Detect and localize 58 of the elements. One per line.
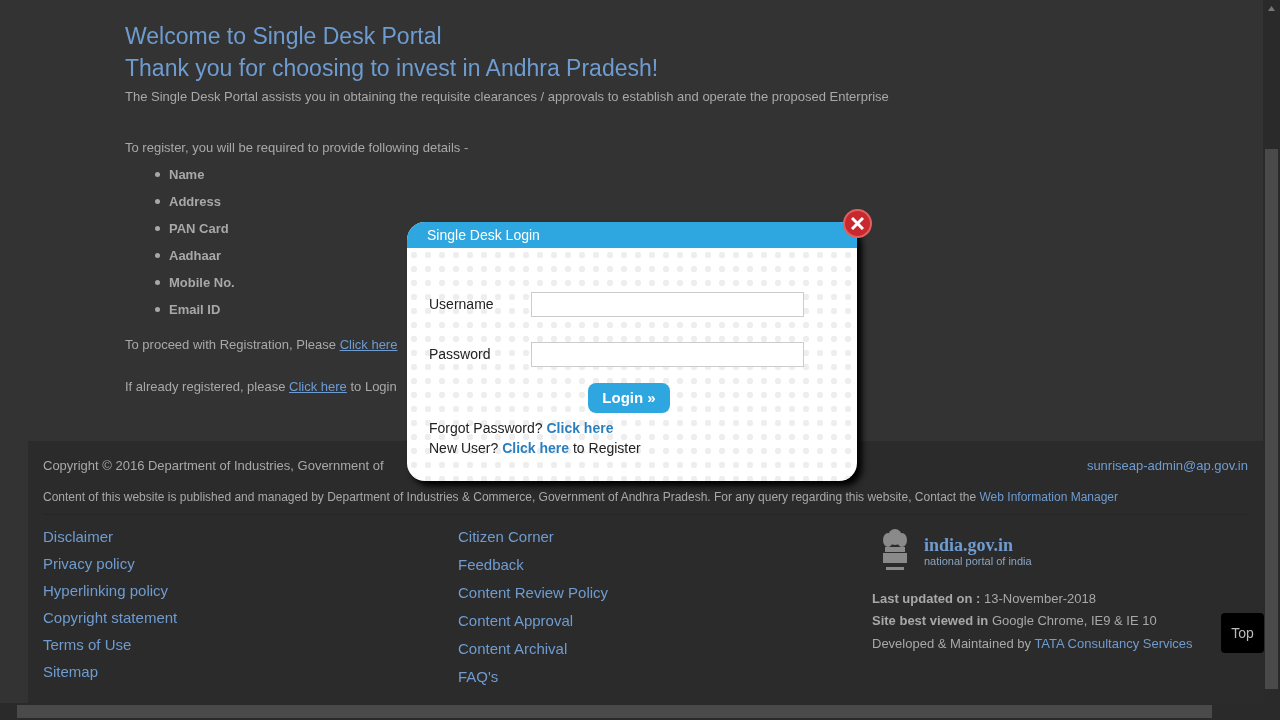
footer-link[interactable]: FAQ's <box>458 662 499 691</box>
footer-link[interactable]: Disclaimer <box>43 522 113 550</box>
proceed-text: To proceed with Registration, Please Click here <box>125 336 398 354</box>
detail-item: PAN Card <box>169 219 229 238</box>
detail-item: Name <box>169 165 205 184</box>
input-field[interactable] <box>531 291 804 317</box>
forgot-text: Forgot Password? Click here <box>429 419 615 438</box>
forgot-link[interactable]: Click here <box>546 420 614 436</box>
footer-link[interactable]: Sitemap <box>43 657 99 685</box>
contact-link[interactable]: Web Information Manager <box>979 489 1118 504</box>
site-info: Last updated on : 13-November-2018 <box>872 589 1097 608</box>
intro-text: The Single Desk Portal assists you in obtaining the requisite clearances / approvals to establish and operate the proposed Enterprise <box>125 88 890 106</box>
field-label: Username <box>429 294 495 314</box>
new-user-text: New User? Click here to Register <box>429 439 642 458</box>
content-note: Content of this website is published and managed by Department of Industries & Commerce, Government of Andhra Pradesh. For any query regarding this website, Contact the Web Information Manager <box>43 487 1248 515</box>
detail-item: Mobile No. <box>169 273 235 292</box>
top-button[interactable]: Top <box>1221 613 1264 653</box>
login-text: If already registered, please Click here to Login <box>125 377 397 396</box>
scroll-up-icon <box>1268 6 1275 11</box>
portal-name: india.gov.in <box>924 535 1015 555</box>
footer-link[interactable]: Hyperlinking policy <box>43 576 169 604</box>
copyright-text: Copyright © 2016 Department of Industries, Government of <box>43 457 384 475</box>
close-icon <box>851 217 864 230</box>
footer-link[interactable]: Copyright statement <box>43 603 178 631</box>
bullet-icon <box>155 253 160 258</box>
login-button[interactable]: Login » <box>588 383 670 413</box>
bullet-icon <box>155 199 160 204</box>
footer-link[interactable]: Content Archival <box>458 634 568 663</box>
footer-link[interactable]: Terms of Use <box>43 630 132 658</box>
horizontal-scrollbar[interactable] <box>0 703 1280 720</box>
detail-item: Aadhaar <box>169 246 222 265</box>
page-title: Welcome to Single Desk Portal <box>125 22 443 51</box>
detail-item: Address <box>169 192 222 211</box>
field-label: Password <box>429 344 492 364</box>
site-info: Developed & Maintained by TATA Consultancy Services <box>872 634 1193 653</box>
footer-link[interactable]: Content Approval <box>458 606 574 635</box>
developer-link[interactable]: TATA Consultancy Services <box>1034 635 1193 651</box>
bullet-icon <box>155 280 160 285</box>
vertical-scrollbar[interactable] <box>1263 0 1280 703</box>
footer-link[interactable]: Citizen Corner <box>458 522 554 551</box>
input-field[interactable] <box>531 341 804 367</box>
site-info: Site best viewed in Google Chrome, IE9 & IE 10 <box>872 612 1158 630</box>
login-link[interactable]: Click here <box>289 378 347 394</box>
footer-link[interactable]: Privacy policy <box>43 549 135 577</box>
register-link[interactable]: Click here <box>502 440 570 456</box>
bullet-icon <box>155 307 160 312</box>
portal-tagline: national portal of india <box>924 555 1032 568</box>
bullet-icon <box>155 226 160 231</box>
page-subtitle: Thank you for choosing to invest in Andhra Pradesh! <box>125 54 660 83</box>
footer-link[interactable]: Content Review Policy <box>458 578 609 607</box>
detail-item: Email ID <box>169 300 221 319</box>
register-intro: To register, you will be required to provide following details - <box>125 138 470 157</box>
close-button[interactable] <box>843 209 872 238</box>
footer-link[interactable]: Feedback <box>458 550 524 579</box>
dialog-title: Single Desk Login <box>407 222 857 248</box>
register-link[interactable]: Click here <box>339 337 398 352</box>
email-link[interactable]: sunriseap-admin@ap.gov.in <box>1086 456 1248 476</box>
bullet-icon <box>155 172 160 177</box>
